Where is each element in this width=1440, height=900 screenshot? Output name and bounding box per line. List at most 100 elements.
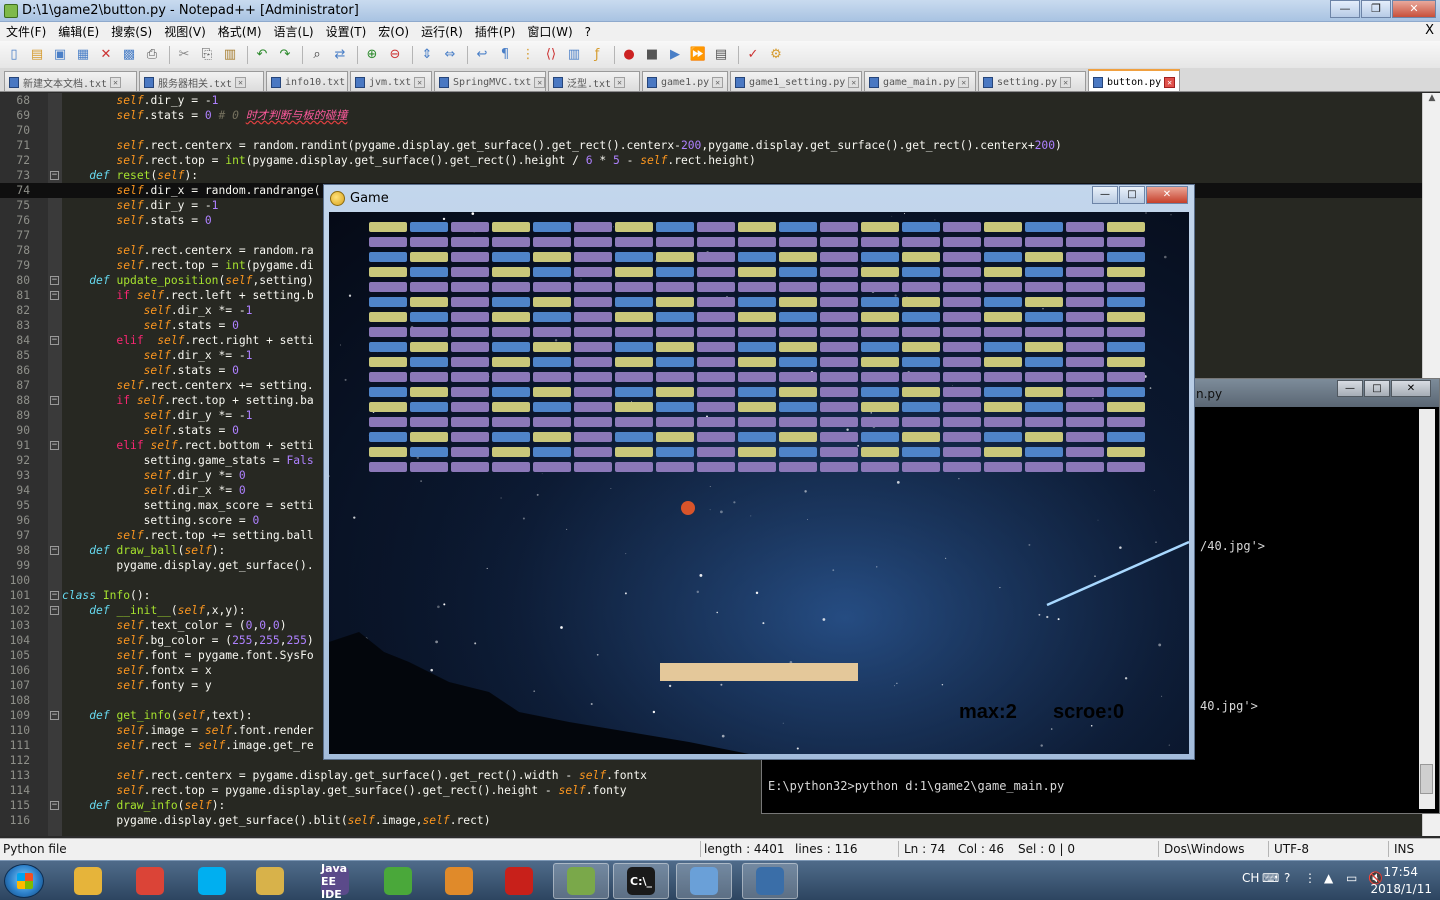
run-macro-multiple-icon[interactable]: ⏩ xyxy=(688,45,708,65)
console-scrollbar[interactable] xyxy=(1419,409,1435,809)
tab-game_main-py[interactable]: game_main.py ✕ xyxy=(864,71,976,91)
cut-icon[interactable]: ✂ xyxy=(174,45,194,65)
spellcheck-icon[interactable]: ✓ xyxy=(743,45,763,65)
keyboard-icon[interactable]: ⌨ xyxy=(1262,871,1279,885)
tab-close-icon[interactable]: ✕ xyxy=(848,77,860,88)
menu-item[interactable]: 运行(R) xyxy=(415,23,469,40)
tab-close-icon[interactable]: ✕ xyxy=(1164,76,1176,88)
help-icon[interactable]: ? xyxy=(1284,871,1290,885)
menu-item[interactable]: 编辑(E) xyxy=(52,23,105,40)
taskbar-app[interactable] xyxy=(184,863,240,899)
code-line[interactable]: 116 pygame.display.get_surface().blit(se… xyxy=(0,813,1422,828)
close-all-icon[interactable]: ▩ xyxy=(119,45,139,65)
code-line[interactable]: 69 self.stats = 0 # 0 时才判断与板的碰撞 xyxy=(0,108,1422,123)
menu-item[interactable]: 插件(P) xyxy=(469,23,522,40)
tab-springmvc-txt[interactable]: SpringMVC.txt ✕ xyxy=(434,71,546,91)
zoom-out-icon[interactable]: ⊖ xyxy=(385,45,405,65)
menu-item[interactable]: 视图(V) xyxy=(158,23,212,40)
paste-icon[interactable]: ▥ xyxy=(220,45,240,65)
play-macro-icon[interactable]: ▶ xyxy=(665,45,685,65)
zoom-in-icon[interactable]: ⊕ xyxy=(362,45,382,65)
start-button[interactable] xyxy=(4,864,44,898)
menu-item[interactable]: 搜索(S) xyxy=(105,23,158,40)
taskbar-app[interactable] xyxy=(553,863,609,899)
menu-item[interactable]: 宏(O) xyxy=(372,23,415,40)
tab-button-py[interactable]: button.py ✕ xyxy=(1088,69,1180,91)
sync-h-icon[interactable]: ⇔ xyxy=(440,45,460,65)
save-macro-icon[interactable]: ▤ xyxy=(711,45,731,65)
new-file-icon[interactable]: ▯ xyxy=(4,45,24,65)
console-maximize-button[interactable]: □ xyxy=(1364,380,1390,397)
code-line[interactable]: 70 xyxy=(0,123,1422,138)
menu-item[interactable]: 格式(M) xyxy=(212,23,268,40)
input-language[interactable]: CH xyxy=(1242,871,1259,885)
maximize-button[interactable]: ❐ xyxy=(1361,0,1391,18)
fold-toggle-icon[interactable]: − xyxy=(50,591,59,600)
tray-expand-icon[interactable]: ▲ xyxy=(1324,871,1333,885)
sync-v-icon[interactable]: ⇕ xyxy=(417,45,437,65)
network-icon[interactable]: ▭ xyxy=(1346,871,1357,885)
taskbar-app[interactable] xyxy=(676,863,732,899)
tab-game1-py[interactable]: game1.py ✕ xyxy=(642,71,728,91)
menu-item[interactable]: 设置(T) xyxy=(320,23,373,40)
game-canvas[interactable]: max:2 scroe:0 xyxy=(329,212,1189,754)
tab-close-icon[interactable]: ✕ xyxy=(110,77,122,88)
code-line[interactable]: 72 self.rect.top = int(pygame.display.ge… xyxy=(0,153,1422,168)
close-icon[interactable]: ✕ xyxy=(96,45,116,65)
clock-date[interactable]: 2018/1/11 xyxy=(1370,882,1432,896)
taskbar-app[interactable] xyxy=(742,863,798,899)
game-maximize-button[interactable]: □ xyxy=(1119,186,1145,204)
taskbar-app[interactable] xyxy=(60,863,116,899)
tab-setting-py[interactable]: setting.py ✕ xyxy=(978,71,1086,91)
undo-icon[interactable]: ↶ xyxy=(252,45,272,65)
code-line[interactable]: 73 − def reset(self): xyxy=(0,168,1422,183)
taskbar-app[interactable] xyxy=(370,863,426,899)
record-macro-icon[interactable]: ● xyxy=(619,45,639,65)
console-minimize-button[interactable]: — xyxy=(1337,380,1363,397)
word-wrap-icon[interactable]: ↩ xyxy=(472,45,492,65)
fold-toggle-icon[interactable]: − xyxy=(50,546,59,555)
tab-txt[interactable]: 泛型.txt ✕ xyxy=(548,71,640,91)
game-minimize-button[interactable]: — xyxy=(1092,186,1118,204)
taskbar-app[interactable] xyxy=(242,863,298,899)
taskbar-app[interactable] xyxy=(431,863,487,899)
tab-close-icon[interactable]: ✕ xyxy=(614,77,626,88)
fold-toggle-icon[interactable]: − xyxy=(50,276,59,285)
menu-item[interactable]: 窗口(W) xyxy=(521,23,578,40)
tab-txt[interactable]: 新建文本文档.txt ✕ xyxy=(4,71,137,91)
lang-icon[interactable]: ⟨⟩ xyxy=(541,45,561,65)
close-button[interactable]: ✕ xyxy=(1392,0,1436,18)
tab-game1_setting-py[interactable]: game1_setting.py ✕ xyxy=(730,71,862,91)
taskbar-app[interactable]: C:\_ xyxy=(613,863,669,899)
fold-toggle-icon[interactable]: − xyxy=(50,711,59,720)
copy-icon[interactable]: ⎘ xyxy=(197,45,217,65)
scroll-up-icon[interactable]: ▲ xyxy=(1423,93,1440,109)
tab-close-icon[interactable]: ✕ xyxy=(534,77,545,88)
replace-icon[interactable]: ⇄ xyxy=(330,45,350,65)
game-title-bar[interactable]: Game — □ ✕ xyxy=(324,185,1194,211)
tab-txt[interactable]: 服务器相关.txt ✕ xyxy=(139,71,264,91)
plugin-icon[interactable]: ⚙ xyxy=(766,45,786,65)
fold-toggle-icon[interactable]: − xyxy=(50,171,59,180)
tab-close-icon[interactable]: ✕ xyxy=(712,77,724,88)
npp-title-bar[interactable]: D:\1\game2\button.py - Notepad++ [Admini… xyxy=(0,0,1440,22)
fold-toggle-icon[interactable]: − xyxy=(50,441,59,450)
doc-map-icon[interactable]: ▥ xyxy=(564,45,584,65)
tab-close-icon[interactable]: ✕ xyxy=(958,77,970,88)
find-icon[interactable]: ⌕ xyxy=(307,45,327,65)
open-file-icon[interactable]: ▤ xyxy=(27,45,47,65)
menu-item[interactable]: 语言(L) xyxy=(268,23,320,40)
redo-icon[interactable]: ↷ xyxy=(275,45,295,65)
stop-macro-icon[interactable]: ■ xyxy=(642,45,662,65)
save-icon[interactable]: ▣ xyxy=(50,45,70,65)
paddle[interactable] xyxy=(660,663,858,681)
fold-toggle-icon[interactable]: − xyxy=(50,606,59,615)
tab-info10-txt[interactable]: info10.txt✕ xyxy=(266,71,348,91)
close-document-icon[interactable]: X xyxy=(1425,23,1434,38)
minimize-button[interactable]: — xyxy=(1330,0,1360,18)
code-line[interactable]: 71 self.rect.centerx = random.randint(py… xyxy=(0,138,1422,153)
menu-item[interactable]: 文件(F) xyxy=(0,23,52,40)
game-window[interactable]: Game — □ ✕ max:2 scroe:0 xyxy=(323,184,1195,760)
clock-time[interactable]: 17:54 xyxy=(1383,865,1418,879)
tab-close-icon[interactable]: ✕ xyxy=(235,77,247,88)
